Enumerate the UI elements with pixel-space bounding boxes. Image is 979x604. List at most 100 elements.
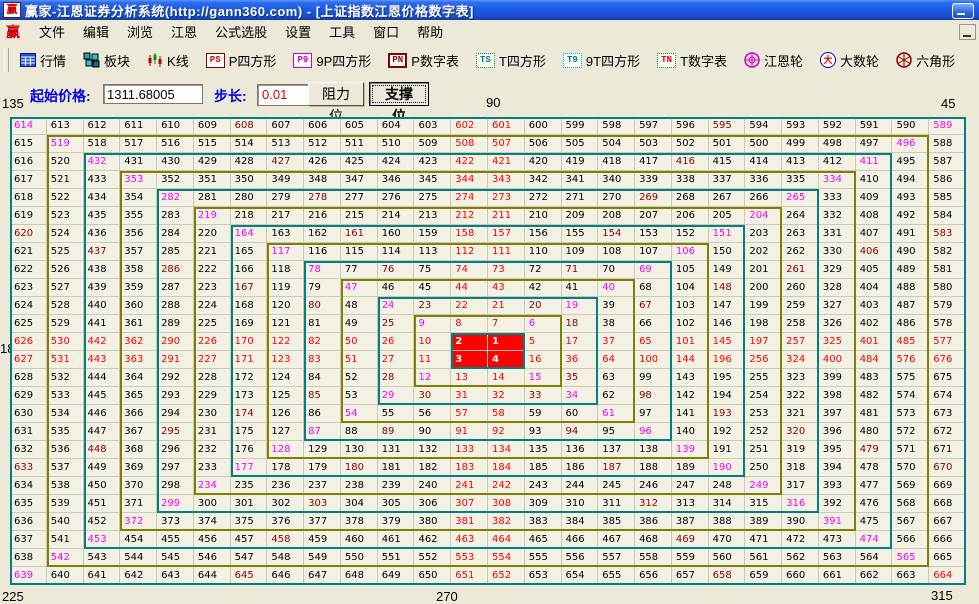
- grid-cell: 482: [856, 387, 893, 405]
- grid-cell: 1: [488, 333, 525, 351]
- grid-cell: 293: [157, 387, 194, 405]
- grid-cell: 6: [525, 315, 562, 333]
- grid-cell: 485: [892, 333, 929, 351]
- menu-settings[interactable]: 设置: [276, 20, 320, 43]
- grid-cell: 673: [929, 405, 966, 423]
- toolbar-button-t-number-table[interactable]: TN T数字表: [652, 49, 732, 72]
- grid-cell: 131: [378, 441, 415, 459]
- grid-cell: 371: [120, 495, 157, 513]
- menu-browse[interactable]: 浏览: [118, 20, 162, 43]
- grid-cell: 430: [157, 153, 194, 171]
- grid-cell: 245: [598, 477, 635, 495]
- grid-cell: 63: [598, 369, 635, 387]
- minimize-button[interactable]: [952, 3, 974, 19]
- grid-cell: 576: [892, 351, 929, 369]
- grid-cell: 432: [84, 153, 121, 171]
- grid-cell: 340: [598, 171, 635, 189]
- menu-help[interactable]: 帮助: [408, 20, 452, 43]
- grid-cell: 594: [745, 117, 782, 135]
- start-price-input[interactable]: [103, 84, 203, 104]
- grid-cell: 77: [341, 261, 378, 279]
- grid-cell: 33: [525, 387, 562, 405]
- toolbar-button-sectors[interactable]: 板块: [78, 49, 135, 72]
- grid-cell: 130: [341, 441, 378, 459]
- menu-gann[interactable]: 江恩: [162, 20, 206, 43]
- grid-cell: 307: [451, 495, 488, 513]
- grid-cell: 427: [267, 153, 304, 171]
- grid-cell: 167: [231, 279, 268, 297]
- toolbar-button-9p-square[interactable]: P9 9P四方形: [288, 49, 376, 72]
- grid-cell: 539: [47, 495, 84, 513]
- grid-cell: 622: [10, 261, 47, 279]
- grid-cell: 431: [120, 153, 157, 171]
- grid-cell: 498: [819, 135, 856, 153]
- grid-cell: 396: [819, 423, 856, 441]
- grid-cell: 176: [231, 441, 268, 459]
- grid-cell: 266: [745, 189, 782, 207]
- grid-cell: 193: [709, 405, 746, 423]
- grid-cell: 13: [451, 369, 488, 387]
- grid-cell: 566: [892, 531, 929, 549]
- toolbar-grip[interactable]: [4, 48, 9, 72]
- gann-price-table: 6146136126116106096086076066056046036026…: [10, 117, 966, 585]
- toolbar-button-p-square[interactable]: PS P四方形: [201, 49, 282, 72]
- menu-edit[interactable]: 编辑: [74, 20, 118, 43]
- toolbar-label: P数字表: [411, 51, 459, 70]
- grid-cell: 671: [929, 441, 966, 459]
- grid-cell: 244: [562, 477, 599, 495]
- grid-cell: 206: [672, 207, 709, 225]
- grid-cell: 291: [157, 351, 194, 369]
- grid-cell: 488: [892, 279, 929, 297]
- menu-tools[interactable]: 工具: [320, 20, 364, 43]
- grid-cell: 205: [709, 207, 746, 225]
- grid-cell: 397: [819, 405, 856, 423]
- grid-cell: 95: [598, 423, 635, 441]
- mdi-minimize-icon: [963, 35, 971, 37]
- grid-cell: 561: [745, 549, 782, 567]
- grid-cell: 114: [378, 243, 415, 261]
- mdi-minimize-button[interactable]: [959, 24, 976, 40]
- grid-cell: 28: [378, 369, 415, 387]
- grid-cell: 353: [120, 171, 157, 189]
- grid-cell: 87: [304, 423, 341, 441]
- grid-cell: 590: [892, 117, 929, 135]
- toolbar-button-p-number-table[interactable]: PN P数字表: [383, 49, 464, 72]
- grid-cell: 390: [782, 513, 819, 531]
- toolbar-button-gann-wheel[interactable]: 江恩轮: [739, 49, 808, 72]
- grid-cell: 667: [929, 513, 966, 531]
- grid-cell: 47: [341, 279, 378, 297]
- grid-cell: 76: [378, 261, 415, 279]
- toolbar-button-big-number-wheel[interactable]: 大 大数轮: [815, 49, 884, 72]
- grid-cell: 522: [47, 189, 84, 207]
- toolbar-button-9t-square[interactable]: T9 9T四方形: [558, 49, 645, 72]
- grid-cell: 645: [231, 567, 268, 585]
- grid-cell: 313: [672, 495, 709, 513]
- toolbar-button-t-square[interactable]: TS T四方形: [471, 49, 551, 72]
- support-button[interactable]: 支撑位: [369, 82, 429, 106]
- grid-cell: 221: [194, 243, 231, 261]
- grid-cell: 187: [598, 459, 635, 477]
- grid-cell: 636: [10, 513, 47, 531]
- grid-cell: 147: [709, 297, 746, 315]
- menu-formula-stock-pick[interactable]: 公式选股: [206, 20, 276, 43]
- toolbar-button-quotes[interactable]: 行情: [15, 49, 71, 72]
- menu-file[interactable]: 文件: [30, 20, 74, 43]
- grid-cell: 215: [341, 207, 378, 225]
- grid-cell: 406: [856, 243, 893, 261]
- grid-cell: 487: [892, 297, 929, 315]
- toolbar-button-kline[interactable]: K线: [142, 49, 194, 72]
- resistance-button[interactable]: 阻力位: [308, 82, 364, 106]
- grid-cell: 296: [157, 441, 194, 459]
- grid-cell: 326: [819, 315, 856, 333]
- grid-cell: 251: [745, 441, 782, 459]
- toolbar-button-hexagon[interactable]: 六角形: [891, 49, 960, 72]
- grid-cell: 141: [672, 405, 709, 423]
- window-title: 赢家-江恩证券分析系统(http://gann360.com) - [上证指数江…: [25, 1, 474, 20]
- grid-cell: 585: [929, 189, 966, 207]
- toolbar-label: 板块: [104, 51, 130, 70]
- grid-cell: 250: [745, 459, 782, 477]
- menu-window[interactable]: 窗口: [364, 20, 408, 43]
- grid-cell: 22: [451, 297, 488, 315]
- grid-cell: 500: [745, 135, 782, 153]
- grid-cell: 284: [157, 225, 194, 243]
